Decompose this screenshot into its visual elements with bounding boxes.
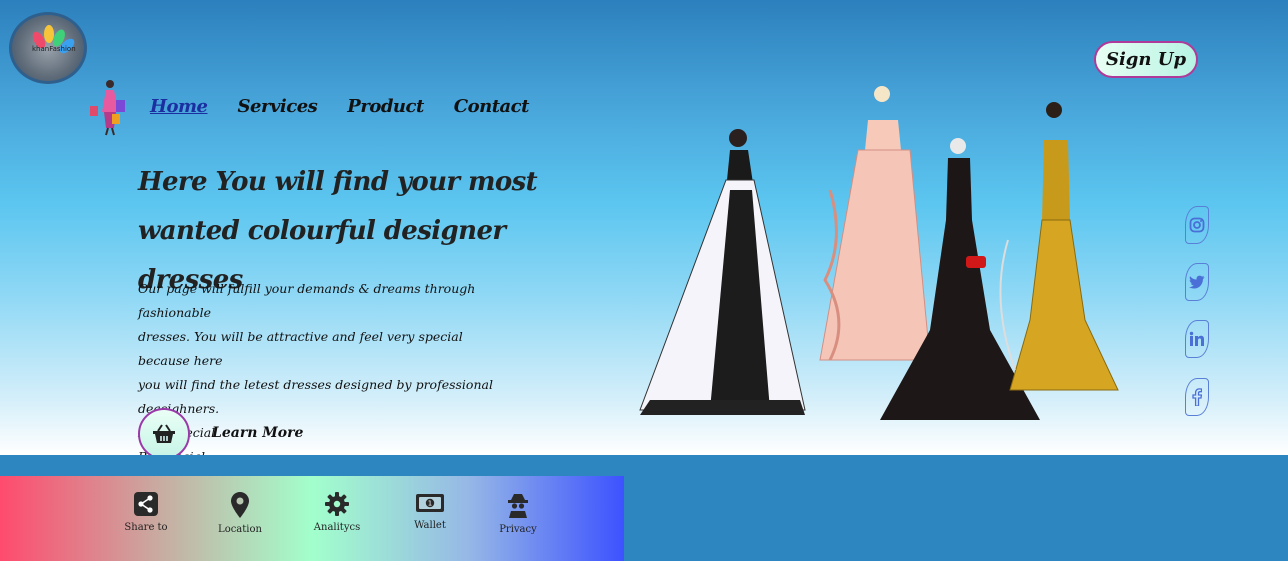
fashion-dresses-illustration bbox=[639, 86, 1119, 420]
social-linkedin[interactable] bbox=[1185, 320, 1209, 358]
learn-more-link[interactable]: Learn More bbox=[212, 425, 303, 441]
nav-product[interactable]: Product bbox=[347, 96, 424, 117]
social-twitter[interactable] bbox=[1185, 263, 1209, 301]
desc-line: Be Special bbox=[138, 445, 518, 455]
facebook-icon bbox=[1192, 388, 1202, 406]
social-facebook[interactable] bbox=[1185, 378, 1209, 416]
privacy-icon bbox=[508, 494, 528, 518]
toolbar-wallet[interactable]: 1 Wallet bbox=[390, 492, 470, 531]
instagram-icon bbox=[1189, 217, 1205, 233]
basket-icon bbox=[153, 424, 175, 443]
shopper-illustration bbox=[90, 80, 125, 136]
share-icon bbox=[134, 492, 158, 516]
toolbar-location-label: Location bbox=[218, 524, 262, 535]
toolbar-share-label: Share to bbox=[124, 522, 168, 533]
main-nav: Home Services Product Contact bbox=[150, 96, 529, 117]
bottom-toolbar: Share to Location Analitycs 1 Wallet Pri… bbox=[0, 476, 624, 561]
wallet-icon: 1 bbox=[416, 494, 444, 512]
desc-line: Our page will fulfill your demands & dre… bbox=[138, 281, 476, 320]
toolbar-analytics-label: Analitycs bbox=[313, 522, 361, 533]
sign-up-button[interactable]: Sign Up bbox=[1094, 41, 1198, 78]
site-logo[interactable]: khanFashion bbox=[9, 12, 87, 84]
desc-line: dresses. You will be attractive and feel… bbox=[138, 329, 463, 368]
svg-text:1: 1 bbox=[428, 500, 432, 508]
toolbar-wallet-label: Wallet bbox=[414, 520, 446, 531]
nav-services[interactable]: Services bbox=[238, 96, 318, 117]
twitter-icon bbox=[1189, 275, 1205, 289]
toolbar-privacy-label: Privacy bbox=[499, 524, 537, 535]
desc-line: Feel Special bbox=[138, 425, 216, 440]
gear-icon bbox=[325, 492, 349, 516]
desc-line: you will find the letest dresses designe… bbox=[138, 377, 493, 416]
logo-brand-text: khanFashion bbox=[32, 45, 76, 53]
basket-button[interactable] bbox=[138, 408, 190, 455]
toolbar-location[interactable]: Location bbox=[200, 492, 280, 535]
toolbar-analytics[interactable]: Analitycs bbox=[297, 492, 377, 533]
nav-home[interactable]: Home bbox=[150, 96, 208, 117]
hero-description: Our page will fulfill your demands & dre… bbox=[138, 277, 518, 455]
social-instagram[interactable] bbox=[1185, 206, 1209, 244]
linkedin-icon bbox=[1189, 331, 1204, 346]
nav-contact[interactable]: Contact bbox=[454, 96, 530, 117]
toolbar-privacy[interactable]: Privacy bbox=[478, 492, 558, 535]
hero-section: khanFashion Home Services Product Contac… bbox=[0, 0, 1288, 455]
location-pin-icon bbox=[231, 492, 249, 518]
toolbar-share[interactable]: Share to bbox=[106, 492, 186, 533]
